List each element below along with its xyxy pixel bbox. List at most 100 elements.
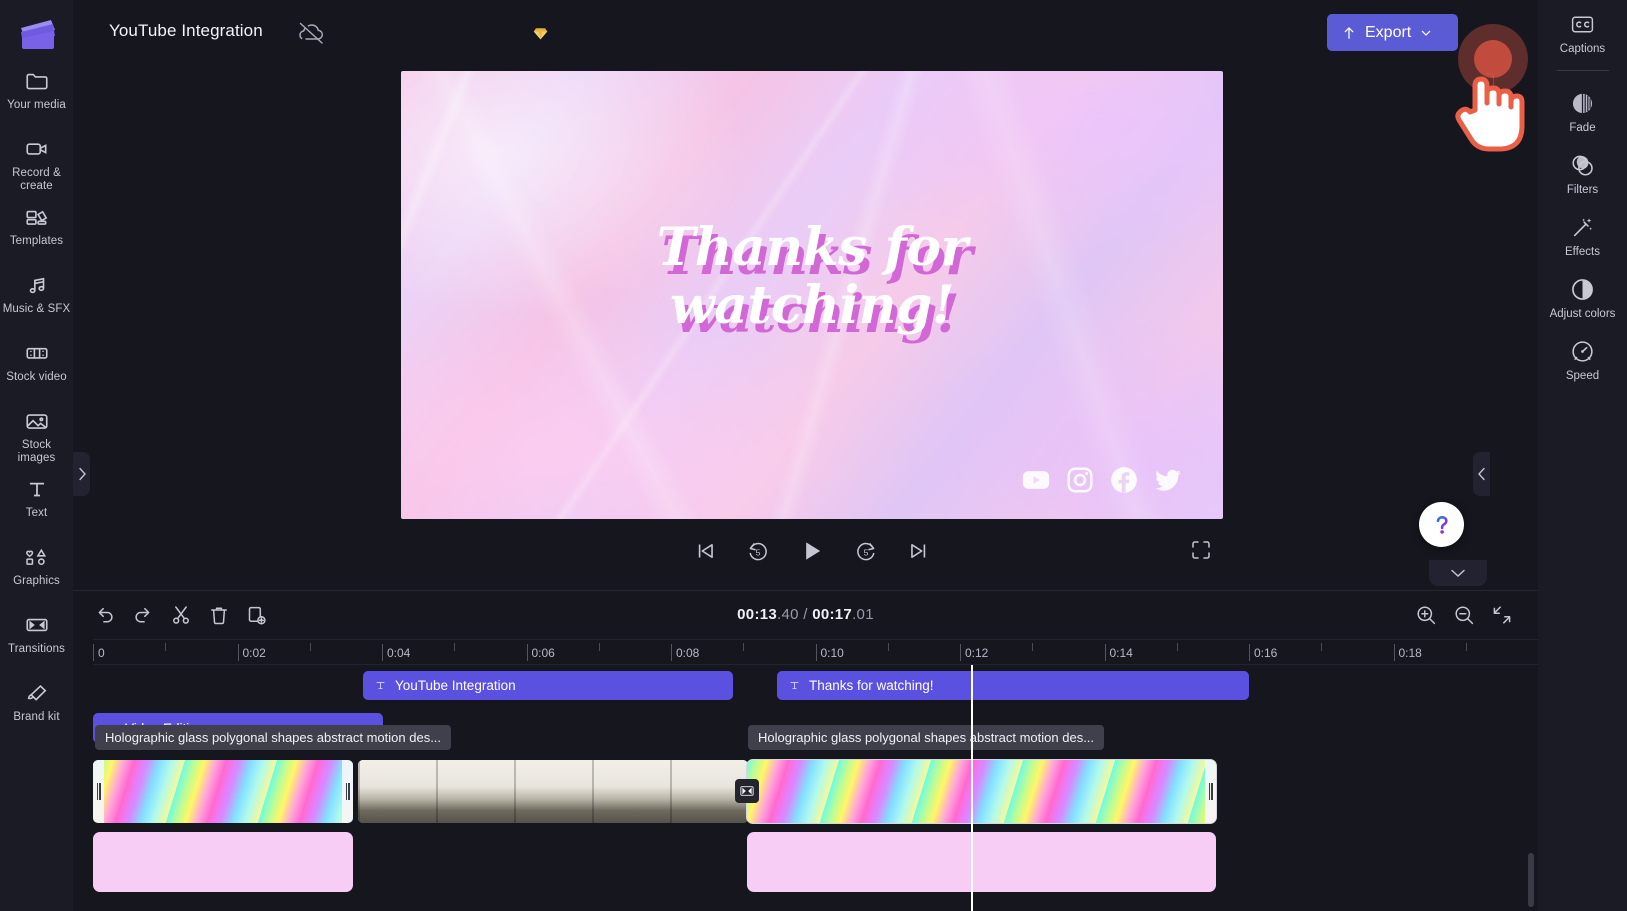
sidebar-item-label: Record & create [12,167,61,192]
play-button[interactable] [798,537,826,565]
ruler-tick-minor [887,643,889,651]
diamond-gem-icon [533,26,548,41]
sidebar-item-record-and-create[interactable]: Record & create [0,136,73,194]
sidebar-item-speed[interactable]: Speed [1538,339,1627,383]
sidebar-item-filters[interactable]: Filters [1538,153,1627,197]
overlay-text-line-2: watching! [669,275,955,336]
sidebar-item-stock-images[interactable]: Stock images [0,408,73,466]
overlay-text-line-1: Thanks for [656,217,968,278]
shapes-icon [25,548,46,566]
clip-thumbnail [358,760,748,823]
brand-kit-icon [27,684,46,701]
collapse-timeline-button[interactable] [1429,560,1487,586]
fullscreen-button[interactable] [1189,538,1213,562]
ruler-tick-label: 0:16 [1254,646,1278,660]
chevron-down-icon [1451,569,1465,578]
clip-trim-handle-right[interactable] [342,760,353,823]
folder-icon [25,73,48,90]
speedometer-icon [1572,341,1593,362]
sidebar-item-templates[interactable]: Templates [0,204,73,262]
contrast-half-circle-icon [1572,279,1593,300]
sidebar-item-text[interactable]: Text [0,476,73,534]
top-bar: YouTube Integration Export 16:9 [73,0,1627,152]
audio-clip-2[interactable] [747,832,1216,892]
clip-thumbnail [747,760,1216,823]
text-clip-youtube-integration[interactable]: YouTube Integration [363,671,733,700]
sidebar-item-label: Templates [9,235,64,247]
sidebar-item-your-media[interactable]: Your media [0,68,73,126]
audio-clip-1[interactable] [93,832,353,892]
collapse-right-panel-button[interactable] [1473,452,1490,496]
sidebar-item-label: Transitions [8,643,65,655]
fit-to-screen-button[interactable] [1490,603,1514,627]
video-clip-office-footage[interactable] [358,760,748,823]
video-overlay-text: Thanks for watching! [401,219,1223,335]
video-clip-holographic-2[interactable] [746,759,1217,824]
zoom-in-button[interactable] [1414,603,1438,627]
clip-label: Thanks for watching! [809,678,934,693]
clipchamp-logo[interactable] [15,14,59,58]
video-clip-holographic-1[interactable] [93,760,353,823]
sidebar-item-label: Captions [1559,43,1606,55]
total-time-frac: .01 [852,606,874,623]
rewind-5-seconds-button[interactable]: 5 [745,538,771,564]
page-title[interactable]: YouTube Integration [109,21,263,41]
question-mark-icon [1436,515,1448,534]
chevron-left-icon [1477,467,1485,481]
sidebar-item-music-and-sfx[interactable]: Music & SFX [0,272,73,330]
forward-5-seconds-button[interactable]: 5 [853,538,879,564]
sidebar-item-stock-video[interactable]: Stock video [0,340,73,398]
sidebar-item-graphics[interactable]: Graphics [0,544,73,602]
clip-tooltip-2: Holographic glass polygonal shapes abstr… [748,725,1105,750]
sidebar-item-transitions[interactable]: Transitions [0,612,73,670]
handle-grip-icon [345,783,350,800]
youtube-icon [1022,471,1050,489]
ruler-tick-label: 0:08 [676,646,700,660]
chevron-right-icon [78,467,86,481]
text-t-icon [790,682,799,689]
zoom-out-button[interactable] [1452,603,1476,627]
sidebar-item-label: Fade [1569,122,1596,134]
left-sidebar: Your media Record & create Templates Mus… [0,0,73,911]
playhead[interactable] [971,665,973,911]
export-button[interactable]: Export [1327,14,1458,51]
sidebar-item-adjust-colors[interactable]: Adjust colors [1538,277,1627,321]
sidebar-item-effects[interactable]: Effects [1538,215,1627,259]
sidebar-item-label: Your media [7,99,66,111]
ruler-tick-minor [743,643,745,651]
sidebar-item-captions[interactable]: Captions [1538,12,1627,56]
ruler-tick-label: 0:06 [531,646,555,660]
text-clip-thanks-for-watching[interactable]: Thanks for watching! [777,671,1249,700]
playback-controls: 5 5 [401,527,1223,575]
ruler-tick-minor [1032,643,1034,651]
timeline-scrollbar[interactable] [1528,853,1534,907]
ruler-tick-label: 0:10 [820,646,844,660]
ruler-tick-label: 0 [98,646,105,660]
skip-to-start-button[interactable] [692,538,718,564]
svg-text:5: 5 [756,548,761,558]
sidebar-item-fade[interactable]: Fade [1538,91,1627,135]
sidebar-item-label: Speed [1565,370,1600,382]
ruler-tick-minor [1321,643,1323,651]
collapse-left-panel-button[interactable] [73,452,90,496]
clip-trim-handle-left[interactable] [93,760,104,823]
timeline-ruler[interactable]: 00:020:040:060:080:100:120:140:160:180:2… [93,639,1566,665]
ruler-tick-minor [1465,643,1467,651]
transition-badge-button[interactable] [735,779,759,803]
skip-to-end-button[interactable] [906,538,932,564]
ruler-tick-label: 0:12 [965,646,989,660]
total-time-main: 00:17 [812,606,853,623]
ruler-tick-minor [309,643,311,651]
sidebar-item-label: Music & SFX [2,303,71,315]
sidebar-item-brand-kit[interactable]: Brand kit [0,680,73,738]
clip-tooltip-1: Holographic glass polygonal shapes abstr… [95,725,452,750]
clip-trim-handle-right[interactable] [1205,760,1216,823]
cloud-off-status[interactable] [295,18,548,48]
transitions-icon [25,618,48,632]
sidebar-item-label: Graphics [13,575,60,587]
sidebar-item-label: Brand kit [13,711,60,723]
video-preview-canvas[interactable]: Thanks for watching! [401,71,1223,519]
ruler-tick-label: 0:02 [242,646,266,660]
help-button[interactable] [1419,502,1464,547]
right-sidebar: Captions Fade Filters Effects Adjust col… [1538,0,1627,911]
